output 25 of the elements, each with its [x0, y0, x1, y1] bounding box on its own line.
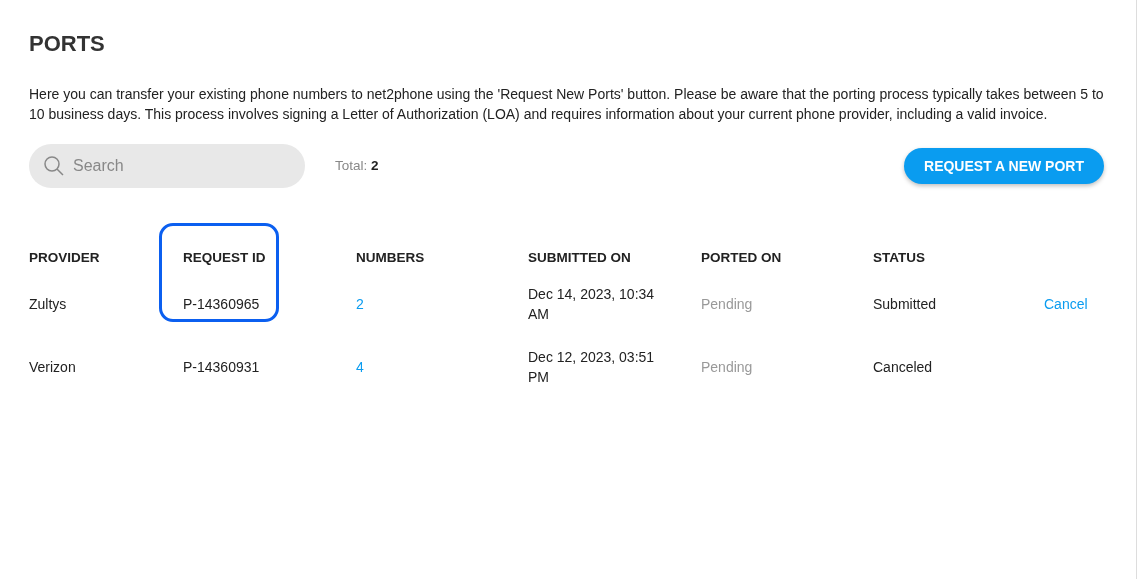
description-text: Here you can transfer your existing phone numbers to net2phone using the 'Request New Ports' button. Please be aware that the porting process typically takes between 5 to 10 business days. This process involves signing a Letter of Authorization (LOA) and requires information about your current phone provider, including a valid invoice. — [29, 85, 1104, 124]
column-header: SUBMITTED ON — [528, 250, 631, 266]
provider-cell-text: Zultys — [29, 295, 67, 314]
date-cell-text: Dec 14, 2023, 10:34 AM — [528, 285, 656, 324]
numbers-link[interactable]: 2 — [356, 294, 364, 314]
column-header: REQUEST ID — [183, 250, 266, 266]
status-cell-text: Submitted — [873, 295, 937, 314]
total-count: Total: 2 — [335, 156, 379, 175]
request-id-cell-text: P-14360931 — [183, 358, 260, 377]
request-id-cell-text: P-14360965 — [183, 295, 260, 314]
column-header: NUMBERS — [356, 250, 425, 266]
numbers-link[interactable]: 4 — [356, 357, 364, 377]
ported-on-cell-text: Pending — [701, 295, 753, 314]
cancel-link[interactable]: Cancel — [1044, 296, 1088, 312]
search-field[interactable]: Search — [29, 144, 305, 188]
page-title: PORTS — [29, 30, 105, 58]
column-header: STATUS — [873, 250, 925, 266]
ported-on-cell-text: Pending — [701, 358, 753, 377]
column-header: PORTED ON — [701, 250, 782, 266]
column-header: PROVIDER — [29, 250, 100, 266]
search-icon — [43, 155, 65, 177]
date-cell-text: Dec 12, 2023, 03:51 PM — [528, 348, 656, 387]
provider-cell-text: Verizon — [29, 358, 76, 377]
status-cell-text: Canceled — [873, 358, 933, 377]
request-port-button[interactable]: REQUEST A NEW PORT — [904, 148, 1104, 184]
